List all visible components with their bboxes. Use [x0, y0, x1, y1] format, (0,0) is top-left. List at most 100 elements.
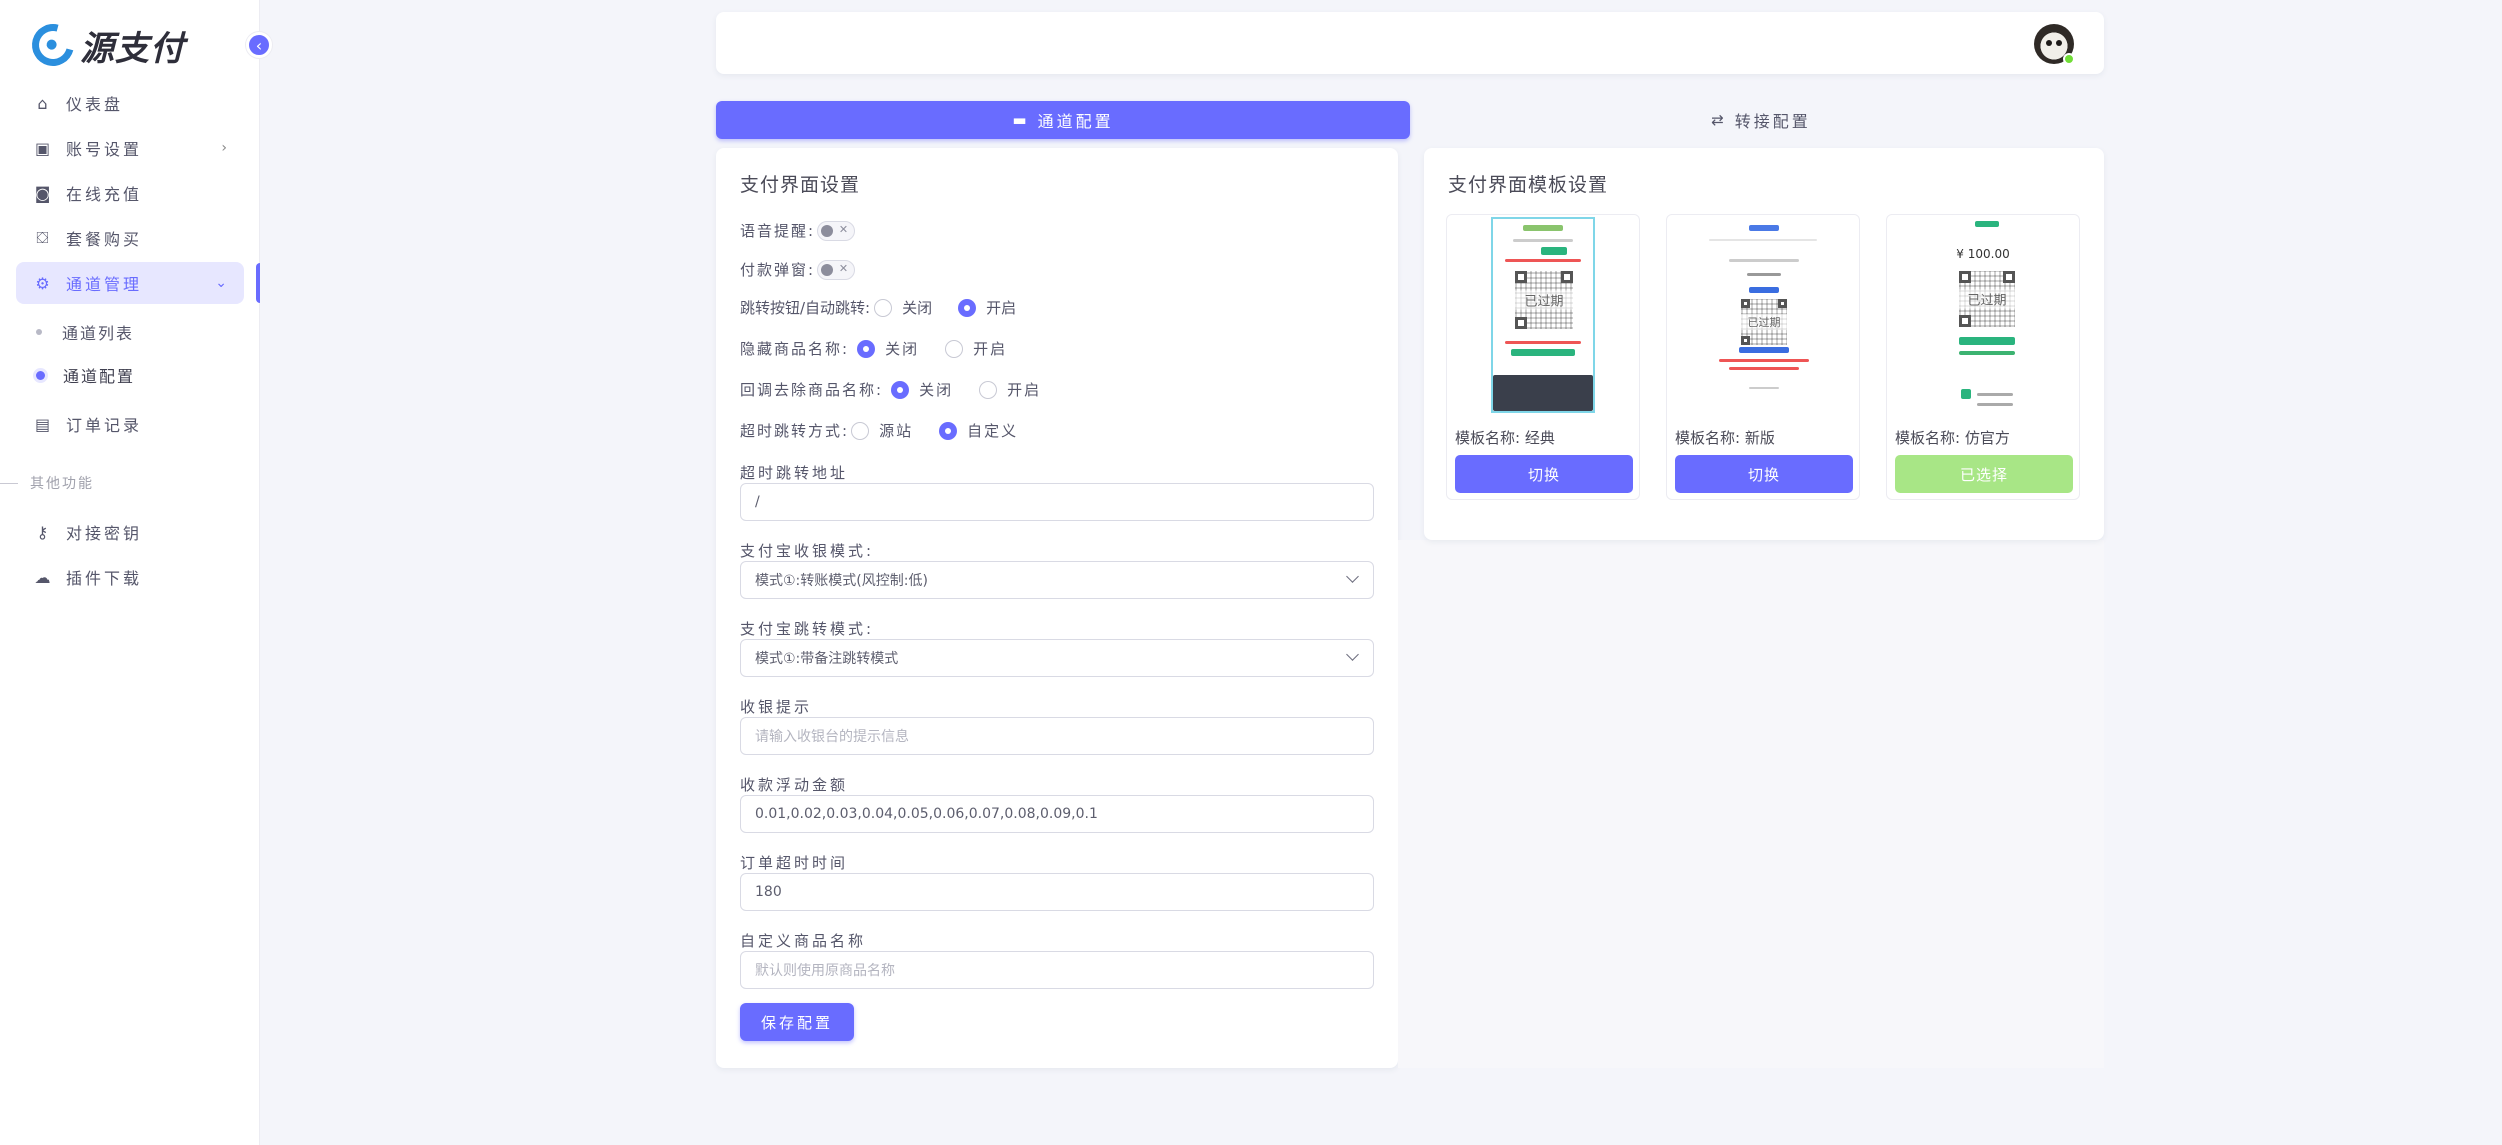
logo-text: 源支付: [80, 28, 185, 69]
avatar-eye: [2046, 40, 2052, 46]
order-timeout-label: 订单超时时间: [740, 854, 849, 872]
avatar[interactable]: [2034, 24, 2075, 65]
sidebar-item-package-purchase[interactable]: ⛋ 套餐购买: [16, 217, 244, 259]
cashier-tip-label: 收银提示: [740, 698, 813, 716]
chevron-down-icon: ⌄: [215, 275, 230, 291]
payment-settings-card: 支付界面设置 语音提醒: ✕ 付款弹窗: ✕ 跳转按钮/自动跳转: 关闭 开启 …: [716, 148, 1398, 1068]
float-amount-input[interactable]: 0.01,0.02,0.03,0.04,0.05,0.06,0.07,0.08,…: [740, 795, 1374, 833]
active-indicator: [256, 263, 260, 303]
jump-auto-row: 跳转按钮/自动跳转: 关闭 开启: [740, 297, 1034, 318]
card-title: 支付界面设置: [740, 174, 861, 196]
template-preview: ¥ 100.00 已过期: [1889, 217, 2077, 413]
cashier-tip-input[interactable]: 请输入收银台的提示信息: [740, 717, 1374, 755]
sidebar-item-label: 通道管理: [66, 275, 143, 294]
qr-code: 已过期: [1959, 271, 2015, 327]
tab-label: 转接配置: [1734, 112, 1811, 131]
sidebar-item-dashboard[interactable]: ⌂ 仪表盘: [16, 82, 244, 124]
payment-popup-row: 付款弹窗: ✕: [740, 259, 856, 280]
timeout-url-label: 超时跳转地址: [740, 464, 849, 482]
sidebar-item-label: 对接密钥: [66, 524, 143, 543]
sidebar-subitem-label: 通道配置: [63, 367, 136, 386]
payment-popup-toggle[interactable]: ✕: [817, 259, 856, 280]
template-settings-card: 支付界面模板设置 已过期 模板名称: 经典 切换 已过期 模板名称: 新版 切换…: [1424, 148, 2104, 540]
alipay-cashier-select[interactable]: 模式①:转账模式(风控制:低): [740, 561, 1374, 599]
key-icon: ⚷: [36, 522, 52, 542]
app-logo[interactable]: 源支付: [24, 16, 185, 74]
template-name: 模板名称: 经典: [1455, 429, 1555, 447]
callback-remove-off-radio[interactable]: 关闭: [891, 379, 953, 400]
timeout-mode-row: 超时跳转方式: 源站 自定义: [740, 420, 1036, 441]
selected-template-button[interactable]: 已选择: [1895, 455, 2073, 493]
recharge-icon: ◙: [34, 183, 54, 203]
sidebar-subitem-channel-list[interactable]: 通道列表: [36, 320, 134, 344]
template-amount: ¥ 100.00: [1956, 247, 2010, 261]
sidebar-item-channel-management[interactable]: ⚙ 通道管理 ⌄: [16, 262, 244, 304]
voice-alert-row: 语音提醒: ✕: [740, 220, 856, 241]
chevron-right-icon: ›: [221, 140, 230, 156]
sidebar: 源支付 ⌂ 仪表盘 ▣ 账号设置 › ◙ 在线充值 ⛋ 套餐购买 ⚙ 通道管理 …: [0, 0, 260, 1145]
switch-template-button[interactable]: 切换: [1675, 455, 1853, 493]
timeout-mode-label: 超时跳转方式:: [740, 422, 850, 440]
save-config-button[interactable]: 保存配置: [740, 1003, 854, 1041]
timeout-custom-radio[interactable]: 自定义: [939, 420, 1018, 441]
callback-remove-on-radio[interactable]: 开启: [979, 379, 1041, 400]
home-icon: ⌂: [37, 93, 51, 113]
sidebar-item-plugin-download[interactable]: ☁ 插件下载: [16, 556, 244, 598]
avatar-eye: [2056, 40, 2062, 46]
hide-product-off-radio[interactable]: 关闭: [857, 338, 919, 359]
order-timeout-input[interactable]: 180: [740, 873, 1374, 911]
sidebar-item-label: 仪表盘: [66, 95, 124, 114]
sidebar-item-label: 套餐购买: [66, 230, 143, 249]
tab-transfer-config[interactable]: ⇄ 转接配置: [1418, 101, 2104, 139]
sidebar-item-order-records[interactable]: ▤ 订单记录: [16, 403, 244, 445]
timeout-source-radio[interactable]: 源站: [851, 420, 913, 441]
alipay-jump-select[interactable]: 模式①:带备注跳转模式: [740, 639, 1374, 677]
gear-icon: ⚙: [35, 273, 53, 293]
template-name: 模板名称: 仿官方: [1895, 429, 2010, 447]
tab-channel-config[interactable]: ▬ 通道配置: [716, 101, 1410, 139]
jump-auto-label: 跳转按钮/自动跳转:: [740, 299, 871, 317]
template-card-new: 已过期 模板名称: 新版 切换: [1666, 214, 1860, 500]
online-status-icon: [2063, 53, 2075, 65]
jump-auto-on-radio[interactable]: 开启: [958, 297, 1016, 318]
qr-expired-text: 已过期: [1741, 314, 1787, 330]
jump-auto-off-radio[interactable]: 关闭: [874, 297, 932, 318]
sidebar-item-account-settings[interactable]: ▣ 账号设置 ›: [16, 127, 244, 169]
sidebar-collapse-button[interactable]: ‹: [246, 32, 272, 58]
sidebar-item-label: 订单记录: [66, 416, 143, 435]
chevron-down-icon: [1346, 570, 1359, 583]
hide-product-label: 隐藏商品名称:: [740, 340, 850, 358]
bullet-icon: [36, 370, 45, 380]
template-card-official: ¥ 100.00 已过期 模板名称: 仿官方 已选择: [1886, 214, 2080, 500]
template-preview: 已过期: [1491, 217, 1595, 413]
empty-area: [1398, 540, 2104, 1068]
sidebar-subitem-channel-config[interactable]: 通道配置: [36, 363, 135, 387]
template-card-classic: 已过期 模板名称: 经典 切换: [1446, 214, 1640, 500]
card-title: 支付界面模板设置: [1448, 174, 1609, 196]
custom-product-input[interactable]: 默认则使用原商品名称: [740, 951, 1374, 989]
account-icon: ▣: [34, 138, 54, 158]
sidebar-item-api-key[interactable]: ⚷ 对接密钥: [16, 511, 244, 553]
hide-product-on-radio[interactable]: 开启: [945, 338, 1007, 359]
timeout-url-input[interactable]: /: [740, 483, 1374, 521]
voice-alert-toggle[interactable]: ✕: [817, 220, 856, 241]
alipay-jump-label: 支付宝跳转模式:: [740, 620, 875, 638]
voice-alert-label: 语音提醒:: [740, 222, 816, 240]
chevron-left-icon: ‹: [255, 35, 263, 55]
hide-product-row: 隐藏商品名称: 关闭 开启: [740, 338, 1025, 359]
custom-product-label: 自定义商品名称: [740, 932, 867, 950]
tab-label: 通道配置: [1037, 112, 1114, 131]
sidebar-subitem-label: 通道列表: [62, 324, 135, 343]
qr-expired-text: 已过期: [1959, 289, 2015, 309]
switch-template-button[interactable]: 切换: [1455, 455, 1633, 493]
logo-icon: [24, 16, 82, 74]
sidebar-item-online-recharge[interactable]: ◙ 在线充值: [16, 172, 244, 214]
order-icon: ▤: [34, 414, 54, 434]
top-navbar: [716, 12, 2104, 74]
sidebar-item-label: 插件下载: [66, 569, 143, 588]
alipay-cashier-label: 支付宝收银模式:: [740, 542, 875, 560]
qr-code: 已过期: [1741, 299, 1787, 345]
chevron-down-icon: [1346, 648, 1359, 661]
qr-code: 已过期: [1515, 271, 1573, 329]
section-label-other: 其他功能: [0, 473, 94, 493]
